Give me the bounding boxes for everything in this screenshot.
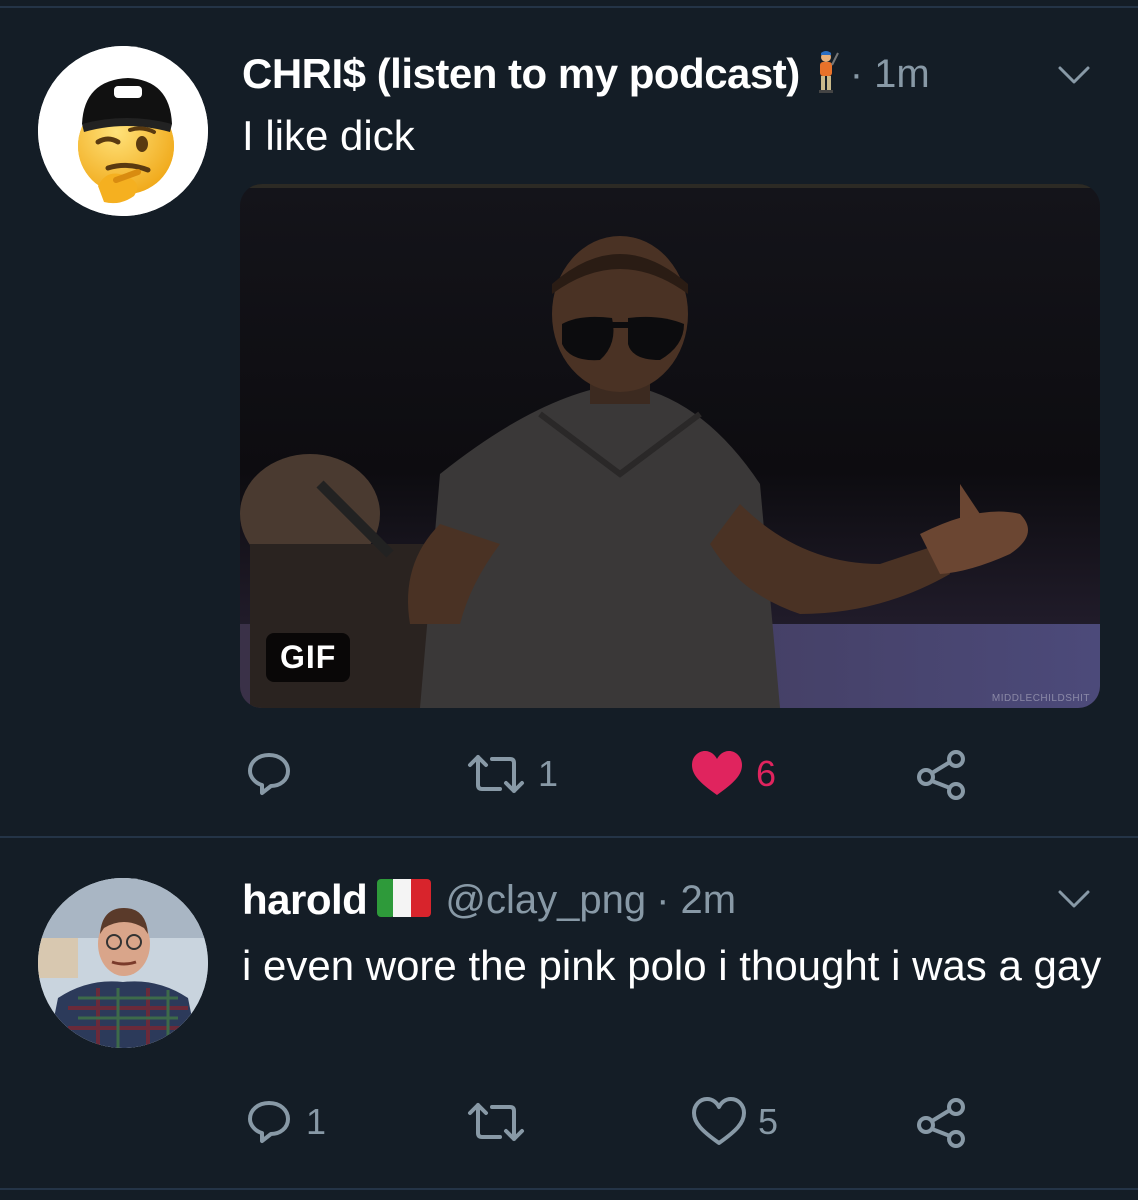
chevron-down-icon[interactable] (1054, 880, 1094, 920)
retweet-count: 1 (538, 753, 559, 794)
reply-icon (248, 753, 290, 795)
share-button[interactable] (914, 744, 968, 804)
golfer-emoji-icon (810, 49, 840, 100)
bottom-divider (0, 1188, 1138, 1190)
italy-flag-icon (377, 878, 432, 922)
retweet-button[interactable]: 1 (466, 744, 558, 804)
timestamp[interactable]: · 2m (656, 878, 736, 923)
avatar[interactable] (38, 46, 208, 216)
share-icon (917, 1098, 965, 1148)
heart-filled-icon (692, 751, 742, 795)
reply-button[interactable]: 1 (244, 1092, 326, 1152)
like-count: 5 (758, 1101, 779, 1142)
tweet-header: CHRI$ (listen to my podcast) · 1m (242, 44, 930, 104)
gif-watermark: MIDDLECHILDSHIT (991, 693, 1090, 704)
tweet[interactable]: CHRI$ (listen to my podcast) · 1m I like… (0, 8, 1138, 836)
reply-button[interactable] (244, 744, 306, 804)
handle[interactable]: @clay_png (445, 878, 646, 923)
tweet-actions: 1 6 (0, 744, 1138, 804)
gif-image (240, 184, 1100, 708)
reply-count: 1 (306, 1101, 327, 1142)
like-button[interactable]: 6 (690, 744, 776, 804)
like-button[interactable]: 5 (692, 1092, 778, 1152)
reply-icon (248, 1101, 290, 1143)
share-icon (917, 750, 965, 800)
chevron-down-icon[interactable] (1054, 56, 1094, 96)
retweet-icon (468, 1103, 524, 1141)
tweet-text: i even wore the pink polo i thought i wa… (242, 942, 1102, 989)
display-name[interactable]: CHRI$ (listen to my podcast) (242, 50, 800, 98)
tweet[interactable]: harold @clay_png · 2m i even wore the pi… (0, 838, 1138, 1188)
like-count: 6 (756, 753, 777, 794)
timestamp[interactable]: · 1m (850, 52, 930, 97)
retweet-button[interactable] (466, 1092, 538, 1152)
thinking-face-emoji-icon (38, 46, 208, 216)
man-photo-icon (38, 878, 208, 1048)
tweet-header: harold @clay_png · 2m (242, 870, 736, 930)
share-button[interactable] (914, 1092, 968, 1152)
avatar[interactable] (38, 878, 208, 1048)
heart-outline-icon (692, 1097, 746, 1145)
tweet-text: I like dick (242, 112, 415, 159)
tweet-actions: 1 5 (0, 1092, 1138, 1152)
gif-badge: GIF (266, 633, 351, 682)
gif-media[interactable]: GIF MIDDLECHILDSHIT (240, 184, 1100, 708)
display-name[interactable]: harold (242, 876, 368, 924)
retweet-icon (468, 755, 524, 793)
